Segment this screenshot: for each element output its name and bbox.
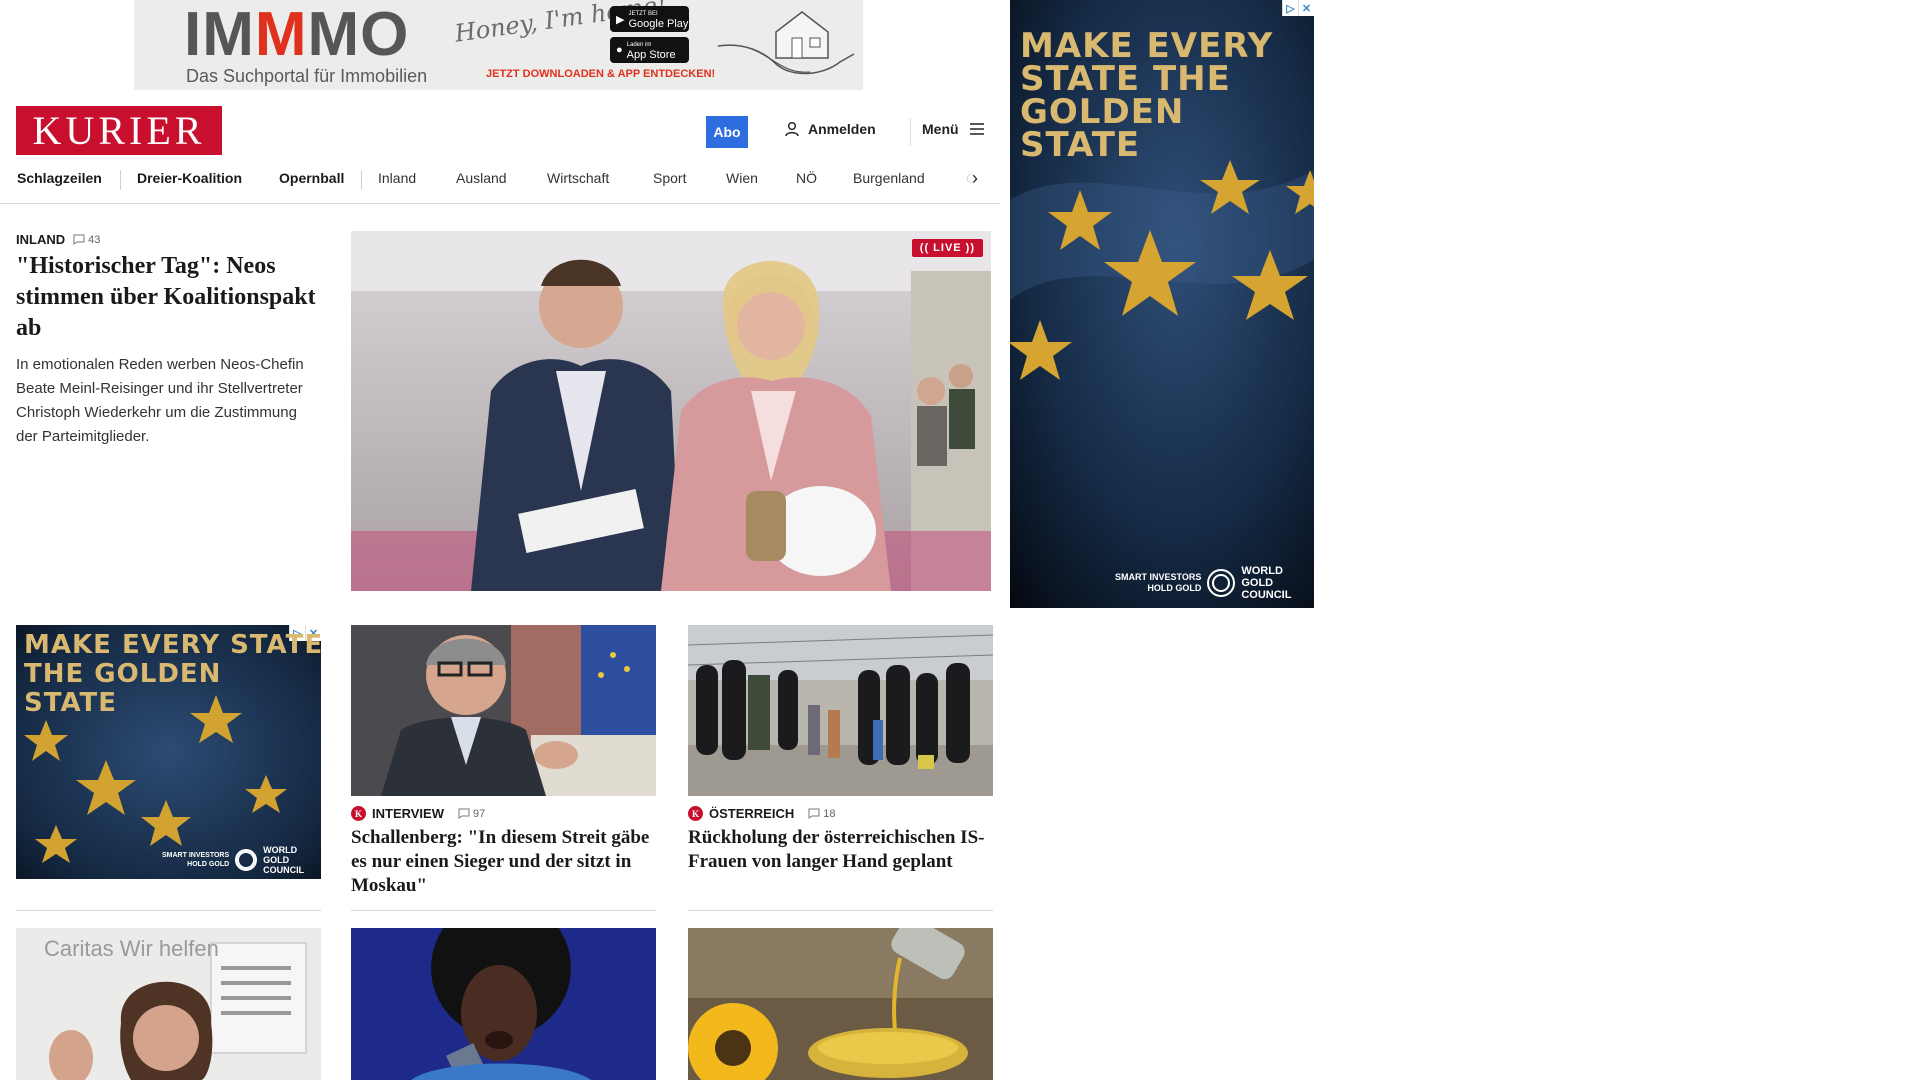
article-headline[interactable]: Schallenberg: "In diesem Streit gäbe es … bbox=[351, 826, 656, 898]
comment-icon bbox=[458, 808, 470, 819]
article-kicker-interview[interactable]: K INTERVIEW 97 bbox=[351, 806, 485, 821]
adchoice-close-icon[interactable]: ✕ bbox=[1298, 0, 1314, 16]
camp-photo bbox=[688, 625, 993, 796]
kurier-k-icon: K bbox=[688, 806, 703, 821]
small-gold-ad[interactable]: ▷ ✕ MAKE EVERY STATE THE GOLDEN STATE SM… bbox=[16, 625, 321, 879]
nav-item-wien[interactable]: Wien bbox=[726, 170, 758, 186]
lead-headline[interactable]: "Historischer Tag": Neos stimmen über Ko… bbox=[16, 251, 316, 344]
wgc-logo-icon bbox=[235, 849, 258, 871]
chevron-right-icon[interactable]: › bbox=[972, 168, 978, 189]
world-gold-council-ad[interactable]: ▷ ✕ MAKE EVERY STATE THE GOLDEN STATE SM… bbox=[1010, 0, 1314, 608]
ad-footer: SMART INVESTORS HOLD GOLD WORLD GOLD COUNCI… bbox=[1115, 565, 1292, 601]
adchoice-controls[interactable]: ▷ ✕ bbox=[1282, 0, 1314, 16]
nav-divider bbox=[361, 170, 362, 190]
oil-photo bbox=[688, 928, 993, 1080]
login-button[interactable]: Anmelden bbox=[784, 121, 876, 137]
ad-headline: MAKE EVERY STATE THE GOLDEN STATE bbox=[24, 630, 321, 718]
hand-house-icon bbox=[717, 11, 855, 75]
header-divider bbox=[910, 118, 911, 146]
schallenberg-photo bbox=[351, 625, 656, 796]
lead-teaser: In emotionalen Reden werben Neos-Chefin … bbox=[16, 356, 304, 445]
nav-item-dreier-koalition[interactable]: Dreier-Koalition bbox=[137, 170, 242, 186]
abo-button[interactable]: Abo bbox=[706, 116, 748, 148]
comment-icon bbox=[73, 234, 85, 245]
play-icon: ▶ bbox=[616, 13, 625, 26]
kurier-logo[interactable]: KURIER bbox=[16, 106, 222, 155]
live-badge: (( LIVE )) bbox=[911, 239, 983, 257]
hamburger-icon bbox=[969, 123, 984, 135]
nav-item-wirtschaft[interactable]: Wirtschaft bbox=[547, 170, 609, 186]
nav-item-noe[interactable]: NÖ bbox=[796, 170, 817, 186]
lead-image[interactable]: (( LIVE )) bbox=[351, 231, 991, 591]
lead-kicker[interactable]: INLAND 43 bbox=[16, 232, 100, 247]
card-divider bbox=[688, 910, 993, 911]
caritas-sign-text: Caritas Wir helfen bbox=[44, 936, 219, 961]
google-play-button[interactable]: ▶ JETZT BEI Google Play bbox=[610, 6, 689, 32]
article-image-singer[interactable] bbox=[351, 928, 656, 1080]
wgc-logo-icon bbox=[1207, 569, 1236, 597]
kurier-k-icon: K bbox=[351, 806, 366, 821]
article-image-oil[interactable] bbox=[688, 928, 993, 1080]
nav-item-ausland[interactable]: Ausland bbox=[456, 170, 507, 186]
immo-tagline: Das Suchportal für Immobilien bbox=[186, 66, 428, 86]
lead-photo bbox=[351, 231, 991, 591]
nav-item-schlagzeilen[interactable]: Schlagzeilen bbox=[17, 170, 102, 186]
section-nav: Schlagzeilen Dreier-Koalition Opernball … bbox=[0, 166, 1000, 204]
menu-button[interactable]: Menü bbox=[922, 121, 985, 137]
user-icon bbox=[785, 122, 799, 137]
card-divider bbox=[16, 910, 321, 911]
card-divider bbox=[351, 910, 656, 911]
ad-headline: MAKE EVERY STATE THE GOLDEN STATE bbox=[1020, 26, 1274, 165]
immo-banner-ad[interactable]: IMMMO Das Suchportal für Immobilien Hone… bbox=[134, 0, 863, 90]
singer-photo bbox=[351, 928, 656, 1080]
nav-item-inland[interactable]: Inland bbox=[378, 170, 416, 186]
lead-comment-count[interactable]: 43 bbox=[73, 234, 100, 246]
article-kicker-oesterreich[interactable]: K ÖSTERREICH 18 bbox=[688, 806, 835, 821]
ad-footer: SMART INVESTORS HOLD GOLD WORLD GOLD COUNCI… bbox=[162, 845, 305, 875]
nav-item-burgenland[interactable]: Burgenland bbox=[853, 170, 925, 186]
adchoice-info-icon[interactable]: ▷ bbox=[1282, 0, 1298, 16]
nav-fade bbox=[950, 166, 990, 196]
nav-item-opernball[interactable]: Opernball bbox=[279, 170, 344, 186]
comment-count[interactable]: 18 bbox=[808, 808, 835, 820]
article-image-schallenberg[interactable] bbox=[351, 625, 656, 796]
apple-icon: ● bbox=[616, 44, 623, 56]
article-image-is-frauen[interactable] bbox=[688, 625, 993, 796]
immo-logo: IMMMO bbox=[184, 0, 410, 69]
comment-icon bbox=[808, 808, 820, 819]
immo-cta: JETZT DOWNLOADEN & APP ENTDECKEN! bbox=[486, 68, 716, 80]
comment-count[interactable]: 97 bbox=[458, 808, 485, 820]
nav-item-sport[interactable]: Sport bbox=[653, 170, 686, 186]
article-image-caritas[interactable]: Caritas Wir helfen bbox=[16, 928, 321, 1080]
app-store-button[interactable]: ● Laden im App Store bbox=[610, 37, 689, 63]
article-headline[interactable]: Rückholung der österreichischen IS-Fraue… bbox=[688, 826, 993, 874]
nav-divider bbox=[120, 170, 121, 190]
